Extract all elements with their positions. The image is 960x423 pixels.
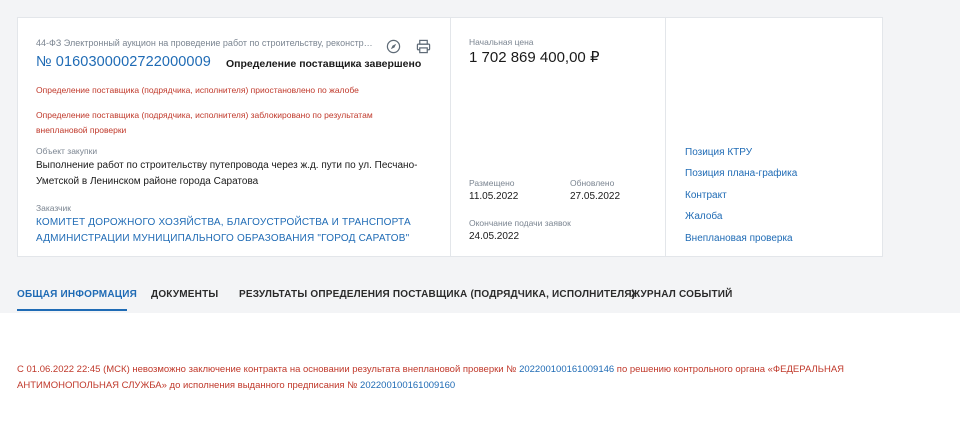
- active-tab-indicator: [17, 309, 127, 311]
- procurement-stage: Определение поставщика завершено: [226, 58, 422, 70]
- order-number-link[interactable]: 202200100161009160: [360, 380, 455, 391]
- deadline-value: 24.05.2022: [469, 231, 520, 242]
- object-label: Объект закупки: [36, 146, 98, 156]
- deadline-label: Окончание подачи заявок: [469, 218, 571, 228]
- printer-icon[interactable]: [415, 38, 431, 54]
- customer-link[interactable]: КОМИТЕТ ДОРОЖНОГО ХОЗЯЙСТВА, БЛАГОУСТРОЙ…: [36, 215, 436, 247]
- tab-general-info[interactable]: ОБЩАЯ ИНФОРМАЦИЯ: [17, 289, 137, 300]
- posted-value: 11.05.2022: [469, 191, 519, 202]
- column-divider: [665, 18, 666, 256]
- tab-documents[interactable]: ДОКУМЕНТЫ: [151, 289, 218, 300]
- updated-label: Обновлено: [570, 178, 615, 188]
- tab-bar: ОБЩАЯ ИНФОРМАЦИЯ ДОКУМЕНТЫ РЕЗУЛЬТАТЫ ОП…: [0, 278, 960, 313]
- tab-supplier-results[interactable]: РЕЗУЛЬТАТЫ ОПРЕДЕЛЕНИЯ ПОСТАВЩИКА (ПОДРЯ…: [239, 289, 635, 300]
- contract-notice: С 01.06.2022 22:45 (МСК) невозможно закл…: [17, 362, 947, 394]
- notice-text: С 01.06.2022 22:45 (МСК) невозможно закл…: [17, 364, 520, 375]
- ktru-position-link[interactable]: Позиция КТРУ: [685, 147, 752, 158]
- block-alert: Определение поставщика (подрядчика, испо…: [36, 110, 373, 135]
- object-value: Выполнение работ по строительству путепр…: [36, 160, 418, 187]
- updated-value: 27.05.2022: [570, 191, 621, 202]
- procurement-card: 44-ФЗ Электронный аукцион на проведение …: [17, 17, 883, 257]
- customer-label: Заказчик: [36, 203, 71, 213]
- compass-icon[interactable]: [385, 38, 401, 54]
- contract-link[interactable]: Контракт: [685, 190, 727, 201]
- price-label: Начальная цена: [469, 37, 534, 47]
- plan-schedule-link[interactable]: Позиция плана-графика: [685, 168, 797, 179]
- procurement-type-line: 44-ФЗ Электронный аукцион на проведение …: [36, 38, 376, 48]
- registry-number-link[interactable]: № 0160300002722000009: [36, 54, 211, 70]
- posted-label: Размещено: [469, 178, 515, 188]
- column-divider: [450, 18, 451, 256]
- price-value: 1 702 869 400,00 ₽: [469, 49, 600, 66]
- unscheduled-inspection-link[interactable]: Внеплановая проверка: [685, 233, 793, 244]
- inspection-number-link[interactable]: 202200100161009146: [519, 364, 614, 375]
- suspension-alert: Определение поставщика (подрядчика, испо…: [36, 85, 359, 95]
- tab-event-log[interactable]: ЖУРНАЛ СОБЫТИЙ: [631, 289, 733, 300]
- complaint-link[interactable]: Жалоба: [685, 211, 722, 222]
